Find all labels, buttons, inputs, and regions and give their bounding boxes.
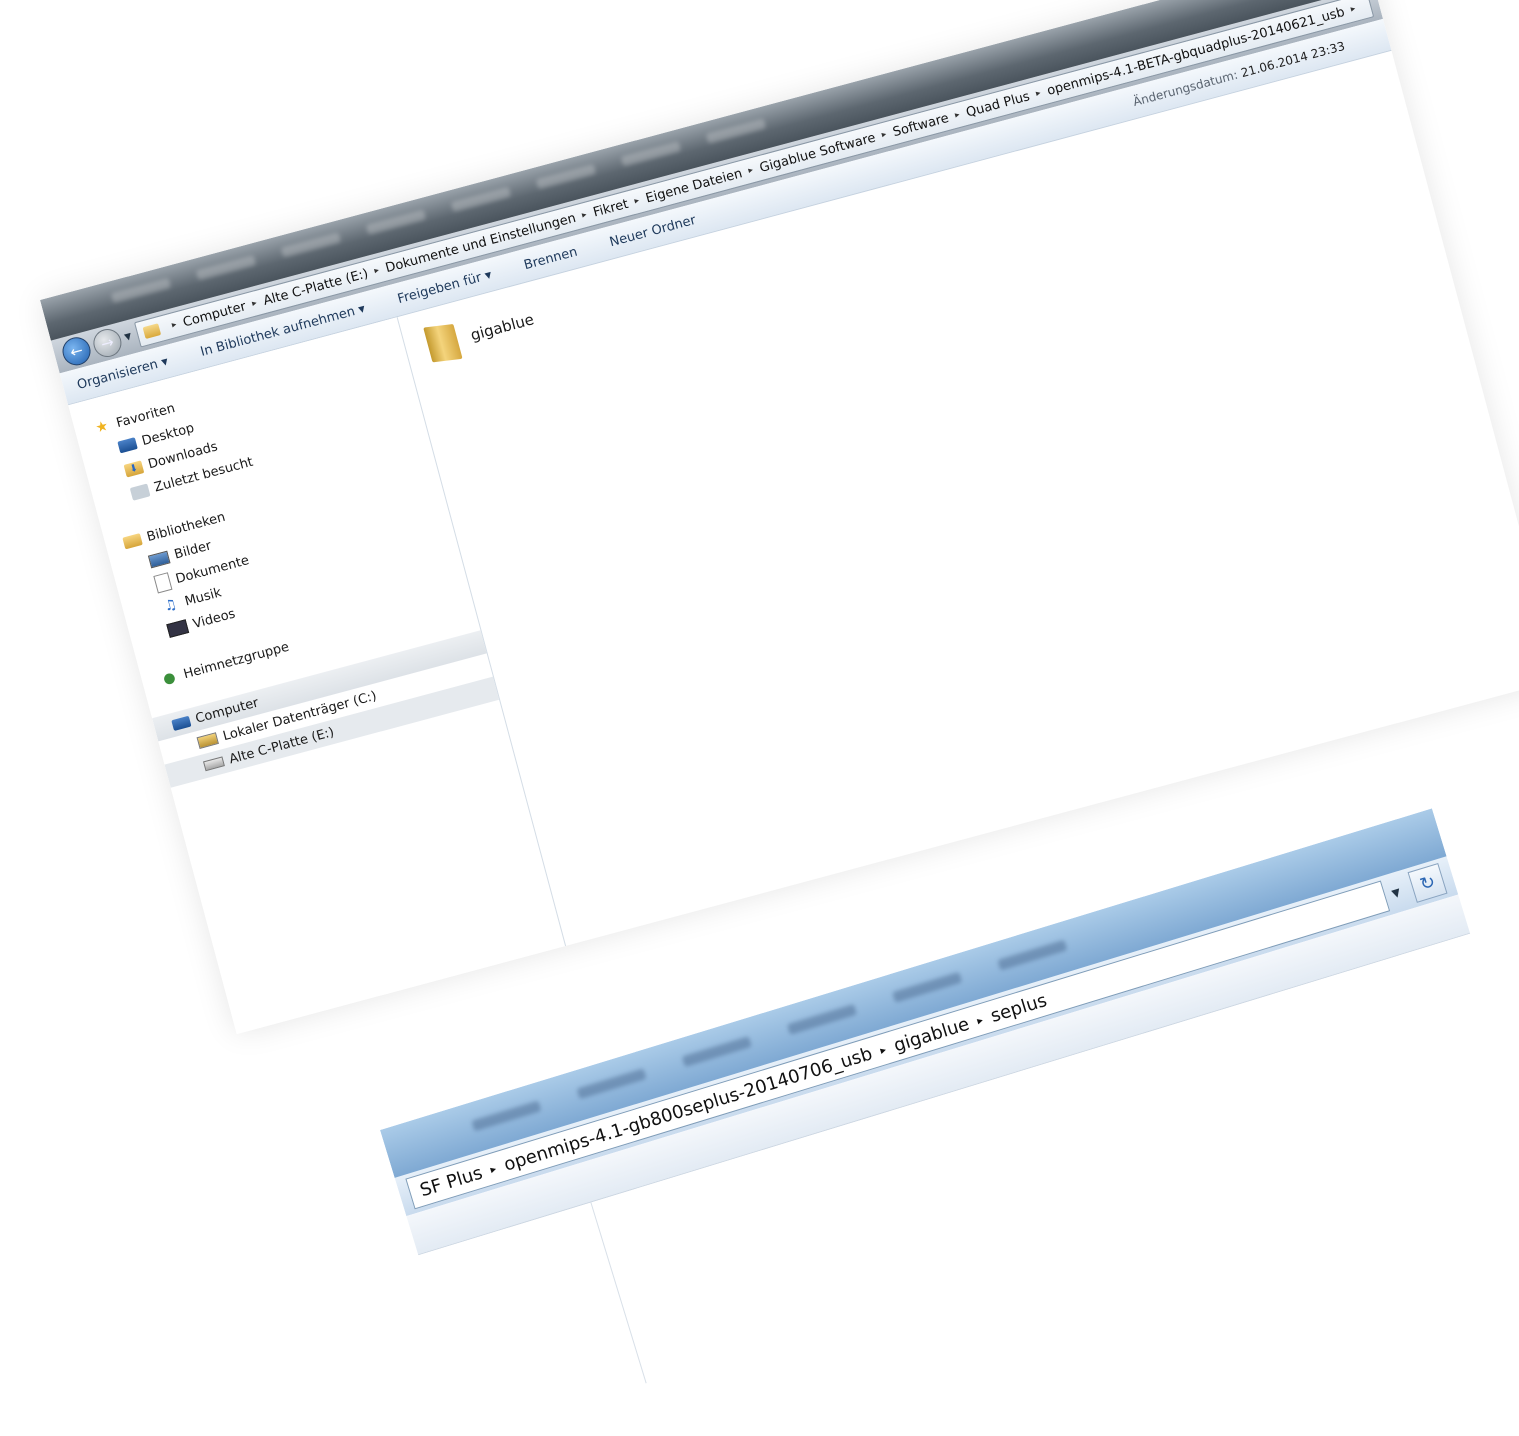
music-icon: ♫ [162,596,179,615]
chevron-right-icon[interactable]: ▸ [373,265,380,276]
chevron-right-icon[interactable]: ▸ [171,320,178,331]
sidebar-item-label: Heimnetzgruppe [181,639,291,682]
address-dropdown-icon[interactable]: ▼ [1384,883,1409,902]
libraries-icon [122,533,143,550]
folder-icon [423,323,463,363]
documents-icon [153,572,173,594]
folder-icon [142,323,162,339]
burn-button[interactable]: Brennen [522,244,579,273]
pictures-icon [147,550,171,568]
back-arrow-icon[interactable]: ← [59,334,94,369]
breadcrumb-item[interactable]: seplus [988,989,1049,1026]
system-drive-icon [196,732,219,749]
computer-icon [171,715,192,731]
file-name: gigablue [468,310,536,345]
chevron-right-icon[interactable]: ▸ [747,165,754,176]
history-dropdown-icon[interactable]: ▼ [124,332,133,343]
refresh-icon[interactable]: ↻ [1407,862,1448,903]
chevron-right-icon[interactable]: ▸ [878,1042,887,1056]
chevron-right-icon[interactable]: ▸ [251,298,258,309]
star-icon: ★ [93,417,111,437]
breadcrumb-item[interactable]: Software [891,110,950,139]
chevron-right-icon[interactable]: ▸ [975,1013,984,1027]
chevron-right-icon[interactable]: ▸ [881,129,888,140]
chevron-right-icon[interactable]: ▸ [1035,88,1042,99]
chevron-right-icon[interactable]: ▸ [581,210,588,221]
sidebar-item-label: Videos [191,605,237,632]
homegroup-icon: ● [161,669,178,688]
chevron-right-icon[interactable]: ▸ [1350,4,1357,15]
chevron-right-icon[interactable]: ▸ [633,196,640,207]
hard-drive-icon [203,756,225,772]
chevron-right-icon[interactable]: ▸ [954,110,961,121]
forward-arrow-icon[interactable]: → [90,325,125,361]
desktop-icon [117,437,138,454]
breadcrumb-item[interactable]: Fikret [591,196,629,220]
downloads-icon: ⬇ [123,459,145,478]
chevron-right-icon[interactable]: ▸ [489,1162,498,1176]
videos-icon [166,619,190,638]
recent-places-icon [129,483,151,501]
